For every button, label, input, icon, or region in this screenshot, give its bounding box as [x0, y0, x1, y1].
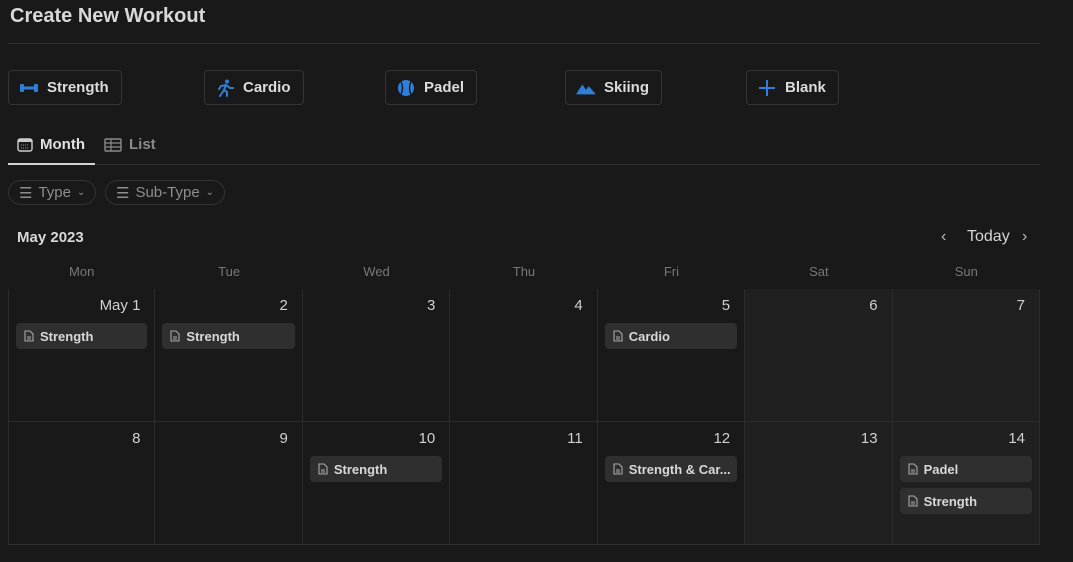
- calendar-day-cell[interactable]: 11: [450, 422, 598, 545]
- table-icon: [104, 137, 122, 152]
- calendar-day-cell[interactable]: 12 Strength & Car...: [597, 422, 746, 545]
- calendar-day-cell[interactable]: 2 Strength: [155, 289, 303, 422]
- tab-list[interactable]: List: [104, 136, 156, 153]
- skiing-template-button[interactable]: Skiing: [565, 70, 663, 105]
- page-icon: [24, 330, 34, 342]
- calendar-day-cell[interactable]: 3: [302, 289, 451, 422]
- day-number: 2: [279, 297, 288, 314]
- page-icon: [318, 463, 328, 475]
- workout-event-card[interactable]: Strength & Car...: [604, 456, 738, 482]
- page-icon: [170, 330, 180, 342]
- weekday-header: Mon: [69, 264, 95, 279]
- page-icon: [908, 463, 918, 475]
- sub-type-filter[interactable]: ☰ Sub-Type ⌄: [105, 180, 226, 205]
- tab-label: Month: [40, 136, 85, 153]
- workout-event-card[interactable]: Strength: [162, 323, 295, 349]
- weekday-header: Thu: [512, 264, 536, 279]
- day-number: 14: [1008, 430, 1025, 447]
- blank-template-button[interactable]: Blank: [746, 70, 839, 105]
- padel-template-button[interactable]: Padel: [385, 70, 478, 105]
- calendar-day-cell[interactable]: 10 Strength: [302, 422, 451, 545]
- chevron-down-icon: ⌄: [205, 187, 215, 198]
- day-number: 7: [1016, 297, 1025, 314]
- button-label: Cardio: [243, 79, 291, 96]
- calendar-day-cell[interactable]: 5 Cardio: [597, 289, 746, 422]
- day-number: 10: [418, 430, 436, 447]
- weekday-header: Sat: [809, 264, 829, 279]
- strength-template-button[interactable]: Strength: [8, 70, 122, 105]
- page-icon: [613, 463, 623, 475]
- filter-label: Type: [38, 184, 71, 201]
- day-number: 6: [869, 297, 878, 314]
- day-number: 3: [426, 297, 436, 314]
- button-label: Blank: [785, 79, 826, 96]
- list-icon: ☰: [116, 184, 130, 202]
- calendar-day-cell[interactable]: 9: [155, 422, 303, 545]
- calendar-day-cell[interactable]: 13: [745, 422, 893, 545]
- weekday-header: Fri: [663, 264, 679, 279]
- running-icon: [218, 79, 234, 97]
- cardio-template-button[interactable]: Cardio: [204, 70, 304, 105]
- day-number: 8: [132, 430, 141, 447]
- calendar-day-cell[interactable]: 4: [450, 289, 598, 422]
- day-number: 13: [860, 430, 878, 447]
- prev-month-button[interactable]: ‹: [941, 228, 946, 246]
- page-icon: [908, 495, 918, 507]
- day-number: 4: [574, 297, 583, 314]
- filter-label: Sub-Type: [135, 184, 200, 201]
- calendar-day-cell[interactable]: May 1 Strength: [8, 289, 156, 422]
- list-icon: ☰: [19, 184, 33, 202]
- day-number: 12: [713, 430, 731, 447]
- event-title: Strength: [186, 328, 240, 344]
- workout-event-card[interactable]: Strength: [899, 488, 1032, 514]
- button-label: Skiing: [604, 79, 650, 96]
- workout-event-card[interactable]: Strength: [16, 323, 148, 349]
- page-icon: [613, 330, 623, 342]
- event-title: Strength: [923, 493, 978, 509]
- ball-icon: [398, 79, 414, 96]
- event-title: Strength & Car...: [628, 461, 731, 477]
- weekday-header: Tue: [218, 264, 241, 279]
- active-tab-indicator: [8, 163, 95, 165]
- day-number: 5: [721, 297, 731, 314]
- page-title: Create New Workout: [10, 5, 206, 27]
- calendar-day-cell[interactable]: 7: [892, 289, 1040, 422]
- workout-event-card[interactable]: Padel: [899, 456, 1032, 482]
- button-label: Padel: [424, 79, 465, 96]
- calendar-icon: [17, 137, 33, 152]
- month-label: May 2023: [17, 229, 84, 246]
- event-title: Cardio: [628, 328, 670, 344]
- day-number: May 1: [99, 297, 141, 314]
- event-title: Strength: [333, 461, 388, 477]
- button-label: Strength: [47, 79, 109, 96]
- workout-event-card[interactable]: Strength: [309, 456, 443, 482]
- event-title: Padel: [923, 461, 959, 477]
- weekday-header: Sun: [954, 264, 978, 279]
- next-month-button[interactable]: ›: [1022, 228, 1027, 246]
- tab-label: List: [129, 136, 156, 153]
- tabs-divider: [8, 164, 1040, 165]
- calendar-day-cell[interactable]: 8: [8, 422, 156, 545]
- calendar-day-cell[interactable]: 6: [745, 289, 893, 422]
- plus-icon: [759, 79, 775, 96]
- tab-month[interactable]: Month: [17, 136, 85, 153]
- divider: [8, 43, 1040, 44]
- day-number: 11: [567, 430, 583, 447]
- weekday-header: Wed: [363, 264, 390, 279]
- dumbbell-icon: [20, 83, 38, 92]
- mountain-icon: [576, 83, 596, 94]
- day-number: 9: [279, 430, 288, 447]
- today-button[interactable]: Today: [967, 228, 1010, 246]
- calendar-day-cell[interactable]: 14 Padel Strength: [892, 422, 1040, 545]
- chevron-down-icon: ⌄: [76, 187, 86, 198]
- type-filter[interactable]: ☰ Type ⌄: [8, 180, 97, 205]
- event-title: Strength: [40, 328, 94, 344]
- workout-event-card[interactable]: Cardio: [604, 323, 738, 349]
